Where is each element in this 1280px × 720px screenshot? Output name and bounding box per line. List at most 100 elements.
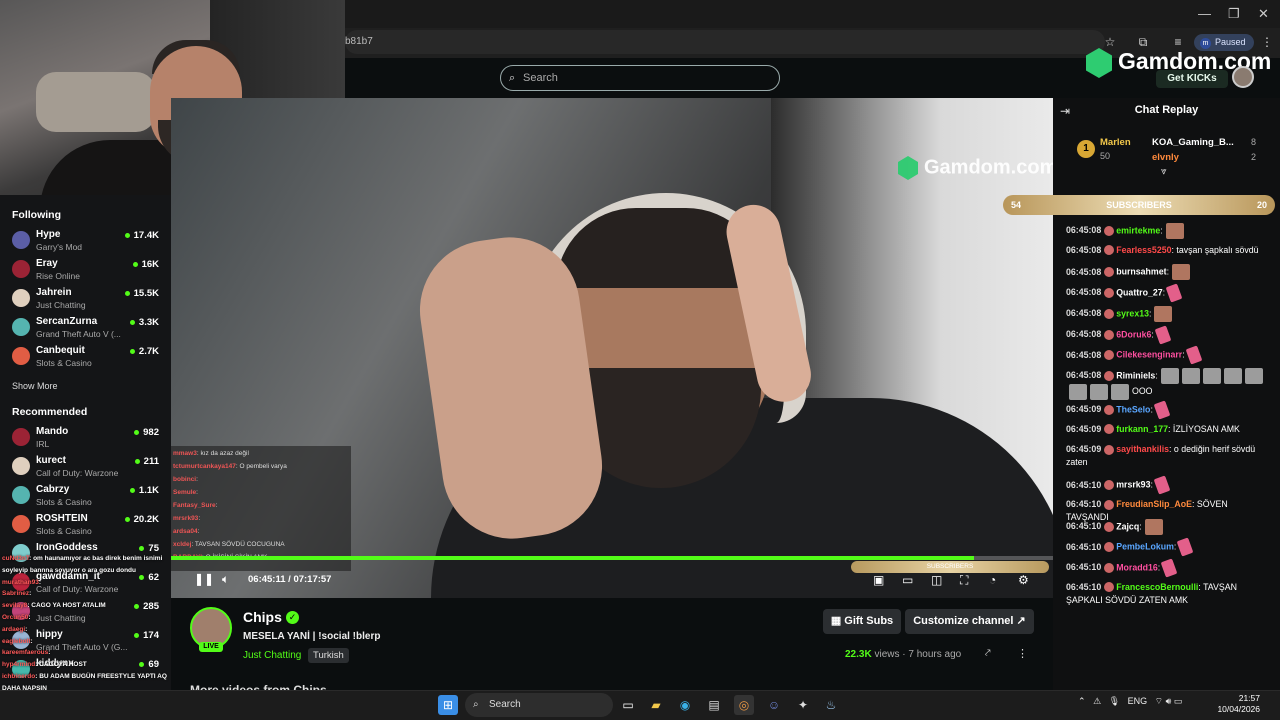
windows-start-icon[interactable]: ⊞ <box>438 695 458 715</box>
address-bar[interactable]: b81b7 <box>345 30 1105 54</box>
gift-subs-button[interactable]: ▦ Gift Subs <box>823 609 901 634</box>
task-view-icon[interactable]: ▭ <box>618 695 638 715</box>
chat-username[interactable]: syrex13 <box>1116 308 1149 318</box>
user-badge-icon <box>1104 267 1115 278</box>
chat-username[interactable]: Fearless5250 <box>1116 245 1171 255</box>
battery-icon[interactable]: ▭ <box>1174 696 1183 706</box>
sidebar-channel-item[interactable]: Hype Garry's Mod 17.4K <box>0 226 171 255</box>
stream-category[interactable]: Just Chatting <box>243 650 301 661</box>
progress-bar[interactable] <box>171 556 1053 560</box>
share-icon[interactable]: ⤤ <box>985 648 991 659</box>
channel-name: ROSHTEIN <box>36 513 88 524</box>
language-tag[interactable]: Turkish <box>308 648 349 663</box>
views-label: views <box>874 649 900 660</box>
fullscreen-icon[interactable]: ⛶ <box>960 573 968 588</box>
sidebar-channel-item[interactable]: Canbequit Slots & Casino 2.7K <box>0 342 171 371</box>
chat-username[interactable]: burnsahmet <box>1116 267 1166 277</box>
chat-message: 06:45:08 Riminiels:OOO <box>1066 367 1272 400</box>
gifter-name[interactable]: KOA_Gaming_B... <box>1152 137 1234 148</box>
pip-icon[interactable]: ◫ <box>931 573 942 587</box>
chat-message: 06:45:08 6Doruk6: <box>1066 324 1272 345</box>
chat-username[interactable]: 6Doruk6 <box>1116 329 1151 339</box>
chat-username[interactable]: Zajcq <box>1116 521 1139 531</box>
sidebar-channel-item[interactable]: ROSHTEIN Slots & Casino 20.2K <box>0 510 171 539</box>
chat-timestamp: 06:45:09 <box>1066 404 1102 415</box>
chat-username[interactable]: sayithankilis <box>1116 444 1169 454</box>
chat-username[interactable]: Moradd16 <box>1116 562 1158 572</box>
chat-username[interactable]: Quattro_27 <box>1116 287 1162 297</box>
sidebar-channel-item[interactable]: SercanZurna Grand Theft Auto V (... 3.3K <box>0 313 171 342</box>
chat-username[interactable]: furkann_177 <box>1116 424 1168 434</box>
chat-username[interactable]: FreudianSlip_AoE <box>1116 499 1192 509</box>
gifter-name[interactable]: Marlen <box>1100 137 1131 148</box>
get-kicks-button[interactable]: Get KICKs <box>1156 70 1228 88</box>
channel-category: Call of Duty: Warzone <box>36 468 119 478</box>
more-options-icon[interactable]: ⋮ <box>1017 647 1028 660</box>
steam-icon[interactable]: ♨ <box>821 695 841 715</box>
settings-icon[interactable]: ⚙ <box>1018 573 1029 587</box>
customize-channel-button[interactable]: Customize channel ↗ <box>905 609 1034 634</box>
tray-network-icon[interactable]: ⚠ <box>1093 696 1101 706</box>
chat-message: 06:45:10 Zajcq: <box>1066 518 1272 535</box>
app-icon[interactable]: ✦ <box>793 695 813 715</box>
close-icon[interactable]: ✕ <box>1258 6 1269 22</box>
chat-username[interactable]: PembeLokum <box>1116 542 1174 552</box>
gifter-count: 8 <box>1250 137 1256 147</box>
viewer-count: 982 <box>134 427 159 438</box>
taskbar-search[interactable]: ⌕ Search <box>465 693 613 717</box>
chat-timestamp: 06:45:10 <box>1066 541 1102 552</box>
chat-username[interactable]: emirtekme <box>1116 225 1160 235</box>
volume-icon[interactable]: 🔈︎ <box>222 572 229 587</box>
emote-icon <box>1202 367 1221 384</box>
maximize-icon[interactable]: ❐ <box>1228 6 1240 22</box>
get-kicks-label: Get KICKs <box>1167 73 1217 84</box>
sidebar-channel-item[interactable]: kurect Call of Duty: Warzone 211 <box>0 452 171 481</box>
user-avatar[interactable] <box>1232 66 1254 88</box>
edge-browser-icon[interactable]: ◉ <box>675 695 695 715</box>
microphone-icon[interactable]: 🎙︎ <box>1109 696 1120 706</box>
theater-icon[interactable]: ▭ <box>902 573 913 587</box>
store-icon[interactable]: ▤ <box>704 695 724 715</box>
chat-username[interactable]: mrsrk93 <box>1116 480 1150 490</box>
show-more-link[interactable]: Show More <box>12 381 58 391</box>
emote-icon <box>1165 283 1183 303</box>
sidebar-channel-item[interactable]: Eray Rise Online 16K <box>0 255 171 284</box>
taskbar-clock[interactable]: 21:57 10/04/2026 <box>1208 693 1260 715</box>
inner-chat-user: ardsa04 <box>173 528 198 535</box>
clip-icon[interactable]: ▣ <box>873 573 884 587</box>
sidebar-channel-item[interactable]: Mando IRL 982 <box>0 423 171 452</box>
inner-chat-text: : <box>215 502 218 509</box>
gifter-name[interactable]: elvnly <box>1152 152 1179 163</box>
chat-username[interactable]: TheSelo <box>1116 404 1150 414</box>
user-badge-icon <box>1104 226 1115 236</box>
expand-gifters-icon[interactable]: ⩔ <box>1161 166 1167 177</box>
sidebar-channel-item[interactable]: Cabrzy Slots & Casino 1.1K <box>0 481 171 510</box>
pause-icon[interactable]: ❚❚ <box>194 572 214 586</box>
chat-message: 06:45:08 Quattro_27: <box>1066 283 1272 303</box>
inner-chat-text: : <box>197 528 200 535</box>
chat-username[interactable]: Riminiels <box>1116 370 1155 380</box>
chrome-browser-icon[interactable]: ◎ <box>734 695 754 715</box>
sidebar-channel-item[interactable]: Jahrein Just Chatting 15.5K <box>0 284 171 313</box>
emote-icon <box>1144 518 1163 535</box>
discord-icon[interactable]: ☺ <box>764 695 784 715</box>
overlay-chat-line: Orcun50: <box>2 614 31 621</box>
overlay-chat-user: Sabrinez <box>2 590 30 598</box>
tray-chevron-icon[interactable]: ⌃ <box>1078 696 1086 706</box>
overlay-chat-line: sevilay8: CAGO YA HOST ATALIM <box>2 602 106 609</box>
channel-name[interactable]: Chips <box>243 609 282 625</box>
minimize-icon[interactable]: — <box>1198 6 1211 21</box>
chat-text: : <box>1157 562 1161 573</box>
language-indicator[interactable]: ENG <box>1128 696 1148 706</box>
chat-username[interactable]: Cilekesenginarr <box>1116 350 1182 360</box>
channel-name: kurect <box>36 455 67 466</box>
speed-icon[interactable]: ◔ <box>989 573 996 587</box>
emote-icon <box>1172 264 1191 281</box>
chat-username[interactable]: FrancescoBernoulli <box>1116 582 1198 592</box>
file-explorer-icon[interactable]: ▰ <box>646 695 666 715</box>
chat-text: : <box>1173 541 1177 552</box>
search-input[interactable]: ⌕ Search <box>500 65 780 91</box>
user-badge-icon <box>1104 563 1115 574</box>
wifi-icon[interactable]: ⌔ <box>1155 696 1163 706</box>
speaker-icon[interactable]: 🔊︎ <box>1166 696 1172 706</box>
